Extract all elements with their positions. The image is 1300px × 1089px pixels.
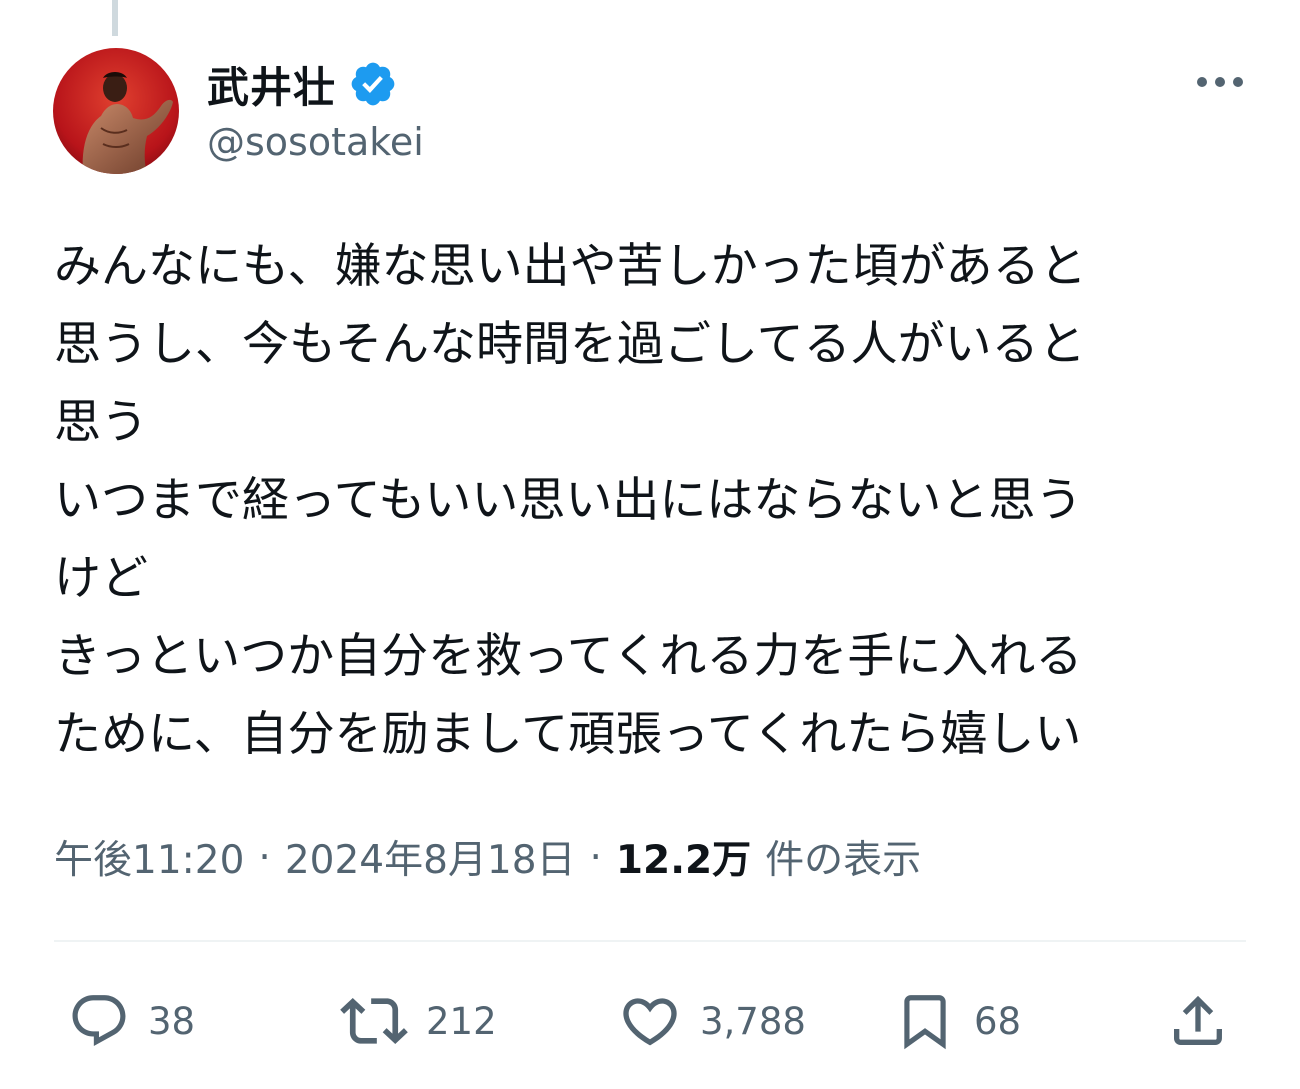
thread-connector-line [112, 0, 118, 36]
meta-separator: · [258, 834, 271, 880]
tweet-line: ために、自分を励まして頑張ってくれたら嬉しい [54, 707, 1082, 762]
tweet-time[interactable]: 午後11:20 [54, 829, 244, 885]
tweet-line: いつまで経ってもいい思い出にはならないと思う [54, 473, 1083, 528]
tweet-line: けど [54, 551, 148, 606]
reply-count: 38 [148, 999, 196, 1043]
tweet-line: 思うし、今もそんな時間を過ごしてる人がいると [54, 317, 1086, 372]
share-button[interactable] [1166, 988, 1230, 1054]
retweet-count: 212 [426, 999, 497, 1043]
divider [54, 940, 1246, 942]
heart-icon [623, 998, 677, 1046]
share-icon [1174, 995, 1222, 1045]
retweet-button[interactable]: 212 [340, 988, 497, 1054]
tweet-line: きっといつか自分を救ってくれる力を手に入れる [54, 629, 1083, 684]
bookmark-icon [904, 995, 946, 1050]
bookmark-button[interactable]: 68 [894, 988, 1021, 1054]
display-name-row: 武井壮 [207, 56, 424, 112]
retweet-icon [340, 997, 408, 1045]
tweet-text: みんなにも、嫌な思い出や苦しかった頃があると 思うし、今もそんな時間を過ごしてる… [54, 228, 1254, 774]
reply-icon [72, 995, 126, 1047]
more-icon[interactable] [1190, 62, 1250, 102]
bookmark-count: 68 [974, 999, 1022, 1043]
avatar[interactable] [53, 48, 179, 174]
verified-badge-icon [351, 62, 395, 106]
meta-separator: · [589, 834, 602, 880]
views-label: 件の表示 [765, 838, 922, 883]
like-button[interactable]: 3,788 [618, 988, 806, 1054]
tweet-meta: 午後11:20 · 2024年8月18日 · 12.2万 件の表示 [54, 828, 921, 886]
author-header: 武井壮 @sosotakei [207, 56, 424, 165]
tweet-line: みんなにも、嫌な思い出や苦しかった頃があると [54, 239, 1087, 294]
reply-button[interactable]: 38 [68, 988, 195, 1054]
views-count[interactable]: 12.2万 [616, 829, 751, 885]
tweet-line: 思う [54, 395, 148, 450]
display-name[interactable]: 武井壮 [207, 54, 336, 115]
tweet-date[interactable]: 2024年8月18日 [285, 829, 576, 885]
like-count: 3,788 [700, 999, 806, 1043]
author-handle[interactable]: @sosotakei [207, 120, 424, 164]
